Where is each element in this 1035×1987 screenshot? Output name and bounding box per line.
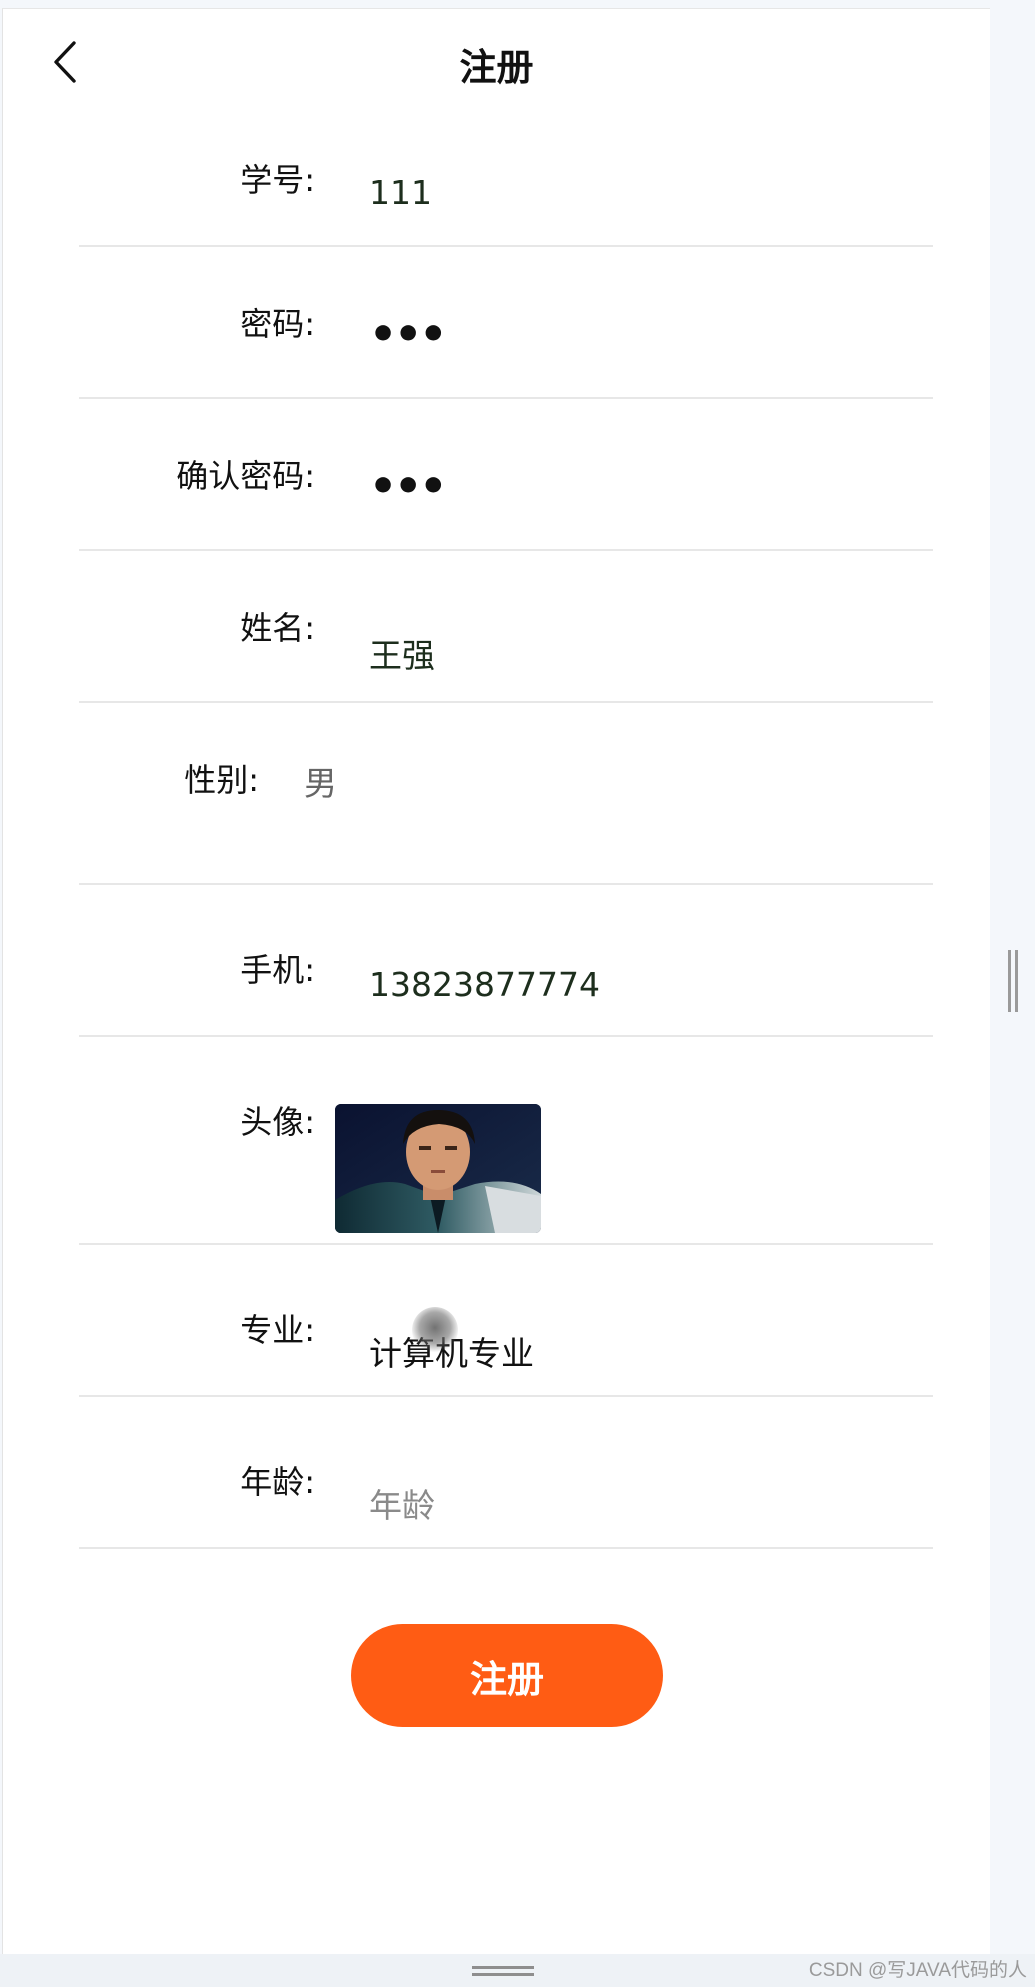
- header: 注册: [3, 9, 990, 119]
- phone-screen: 注册 学号: 111 密码: ••• 确认密码: ••• 姓名: 王强 性别: …: [2, 8, 990, 1954]
- password-input[interactable]: •••: [369, 309, 447, 360]
- major-label: 专业:: [240, 1311, 315, 1349]
- confirm-password-input[interactable]: •••: [369, 461, 447, 512]
- student-id-label: 学号:: [240, 161, 315, 199]
- student-id-row: 学号: 111: [79, 119, 933, 247]
- home-indicator-line: [472, 1973, 534, 1976]
- password-label: 密码:: [240, 305, 315, 343]
- phone-label: 手机:: [240, 951, 315, 989]
- name-input[interactable]: 王强: [369, 629, 435, 677]
- handle-bar: [1008, 950, 1011, 1012]
- home-indicator-line: [472, 1966, 534, 1969]
- name-row: 姓名: 王强: [79, 551, 933, 703]
- phone-input[interactable]: 13823877774: [369, 965, 600, 1004]
- phone-row: 手机: 13823877774: [79, 885, 933, 1037]
- mouse-cursor-indicator: [412, 1307, 458, 1353]
- avatar-image[interactable]: [335, 1104, 541, 1233]
- student-id-input[interactable]: 111: [369, 173, 432, 212]
- confirm-password-label: 确认密码:: [176, 457, 315, 495]
- home-indicator[interactable]: [472, 1966, 534, 1980]
- age-label: 年龄:: [240, 1463, 315, 1501]
- major-row: 专业: 计算机专业: [79, 1245, 933, 1397]
- page-title: 注册: [459, 46, 534, 89]
- register-submit-button[interactable]: 注册: [351, 1624, 663, 1727]
- watermark: CSDN @写JAVA代码的人: [808, 1960, 1027, 1981]
- avatar-label: 头像:: [240, 1103, 315, 1141]
- handle-bar: [1015, 950, 1018, 1012]
- password-row: 密码: •••: [79, 247, 933, 399]
- gender-select[interactable]: 男: [304, 757, 337, 805]
- gender-row: 性别: 男: [79, 703, 933, 885]
- confirm-password-row: 确认密码: •••: [79, 399, 933, 551]
- resize-handle[interactable]: [1006, 950, 1020, 1012]
- gender-label: 性别:: [184, 761, 259, 799]
- age-input[interactable]: 年龄: [369, 1479, 435, 1527]
- age-row: 年龄: 年龄: [79, 1397, 933, 1549]
- name-label: 姓名:: [240, 609, 315, 647]
- avatar-row: 头像:: [79, 1037, 933, 1245]
